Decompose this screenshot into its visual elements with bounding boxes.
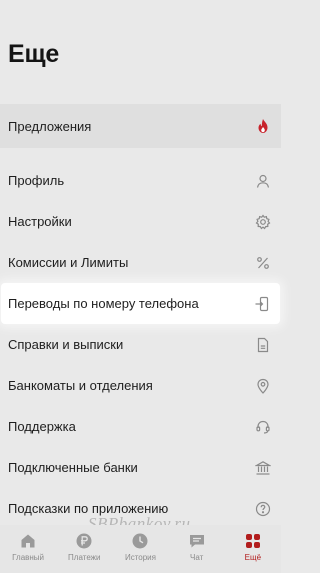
menu-item-label: Банкоматы и отделения <box>8 378 153 393</box>
menu-list: Профиль Настройки Комиссии и Лимиты Пере… <box>0 160 281 529</box>
nav-item-history[interactable]: История <box>112 532 168 562</box>
ruble-icon <box>75 532 93 550</box>
menu-item-phone-transfers[interactable]: Переводы по номеру телефона <box>1 283 280 324</box>
menu-item-label: Подсказки по приложению <box>8 501 169 516</box>
menu-item-settings[interactable]: Настройки <box>0 201 281 242</box>
menu-item-label: Поддержка <box>8 419 76 434</box>
menu-item-label: Профиль <box>8 173 65 188</box>
menu-item-label: Подключенные банки <box>8 460 138 475</box>
nav-item-chat[interactable]: Чат <box>169 532 225 562</box>
menu-item-offers[interactable]: Предложения <box>0 104 281 148</box>
phone-transfer-icon <box>254 296 270 312</box>
question-icon <box>255 501 271 517</box>
status-bar <box>0 0 281 18</box>
menu-item-label: Комиссии и Лимиты <box>8 255 129 270</box>
document-icon <box>255 337 271 353</box>
gear-icon <box>255 214 271 230</box>
home-icon <box>19 532 37 550</box>
percent-icon <box>255 255 271 271</box>
nav-label: Чат <box>190 553 204 562</box>
menu-item-linked-banks[interactable]: Подключенные банки <box>0 447 281 488</box>
location-pin-icon <box>255 378 271 394</box>
nav-item-more[interactable]: Ещё <box>225 532 281 562</box>
bottom-nav: Главный Платежи История Чат Ещё <box>0 525 281 573</box>
page-title: Еще <box>8 40 60 68</box>
chat-icon <box>188 532 206 550</box>
menu-item-fees-limits[interactable]: Комиссии и Лимиты <box>0 242 281 283</box>
fire-icon <box>255 118 271 134</box>
menu-item-label: Справки и выписки <box>8 337 124 352</box>
menu-item-label: Предложения <box>8 118 92 134</box>
nav-item-home[interactable]: Главный <box>0 532 56 562</box>
nav-label: Ещё <box>244 553 262 562</box>
support-icon <box>255 419 271 435</box>
person-icon <box>255 173 271 189</box>
nav-label: Главный <box>12 553 45 562</box>
menu-item-app-tips[interactable]: Подсказки по приложению <box>0 488 281 529</box>
clock-icon <box>131 532 149 550</box>
bank-icon <box>255 460 271 476</box>
menu-item-support[interactable]: Поддержка <box>0 406 281 447</box>
nav-label: История <box>124 553 156 562</box>
menu-item-label: Настройки <box>8 214 72 229</box>
menu-item-label: Переводы по номеру телефона <box>8 296 199 311</box>
menu-item-profile[interactable]: Профиль <box>0 160 281 201</box>
nav-item-payments[interactable]: Платежи <box>56 532 112 562</box>
grid-icon <box>244 532 262 550</box>
menu-item-atms-branches[interactable]: Банкоматы и отделения <box>0 365 281 406</box>
nav-label: Платежи <box>68 553 101 562</box>
menu-item-statements[interactable]: Справки и выписки <box>0 324 281 365</box>
